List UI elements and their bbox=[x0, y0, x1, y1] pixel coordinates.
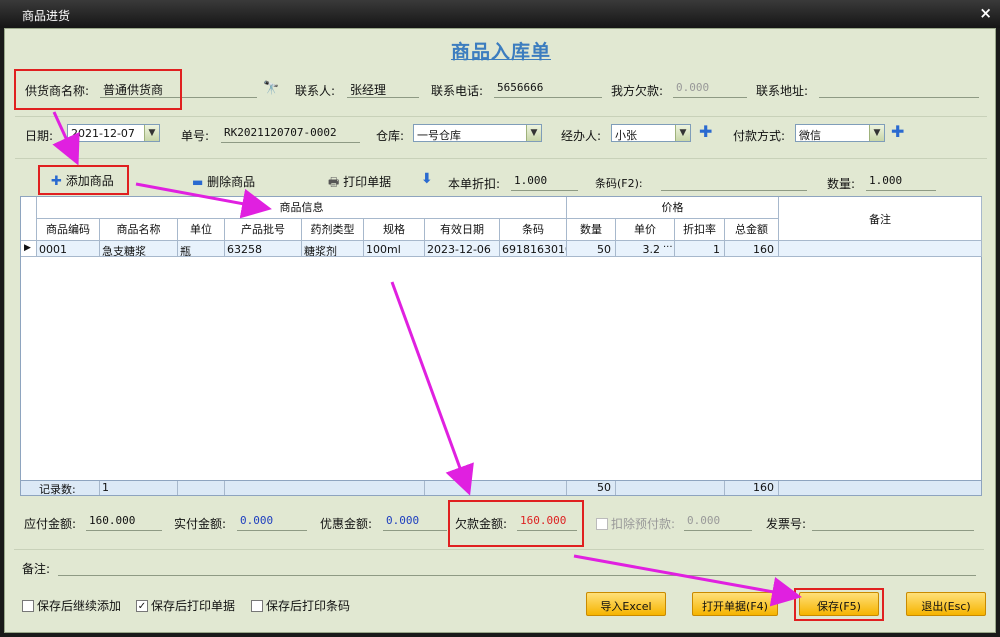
arrow-to-add-product bbox=[52, 111, 80, 166]
annotation-arrows bbox=[52, 111, 802, 607]
arrow-to-owed-amount bbox=[390, 281, 474, 496]
arrow-to-product-info bbox=[135, 182, 272, 219]
arrow-to-save-button bbox=[573, 554, 802, 607]
